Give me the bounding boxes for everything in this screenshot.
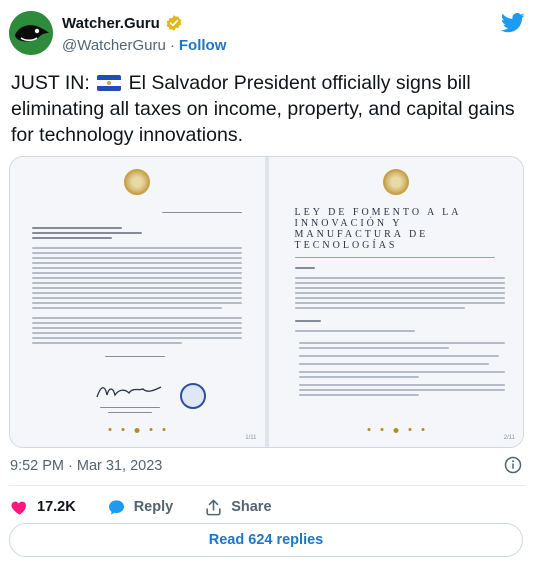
tweet-timestamp[interactable]: 9:52 PM · Mar 31, 2023 bbox=[10, 458, 162, 474]
doc-text-line bbox=[32, 237, 112, 239]
display-name[interactable]: Watcher.Guru bbox=[62, 15, 160, 32]
official-stamp-icon bbox=[180, 383, 206, 409]
doc-text-line bbox=[32, 287, 242, 289]
reply-label: Reply bbox=[133, 499, 174, 515]
doc-text-line bbox=[294, 282, 505, 284]
document-page-2[interactable]: LEY DE FOMENTO A LA INNOVACIÓN Y MANUFAC… bbox=[266, 157, 523, 447]
tweet-text-prefix: JUST IN: bbox=[11, 72, 90, 94]
follow-button[interactable]: Follow bbox=[179, 37, 227, 54]
chapter-line bbox=[294, 257, 495, 258]
doc-text-line bbox=[294, 307, 465, 309]
doc-text-line bbox=[32, 272, 242, 274]
share-button[interactable]: Share bbox=[204, 498, 272, 517]
government-seal-icon bbox=[382, 169, 409, 195]
doc-text-line bbox=[32, 307, 222, 309]
reply-button[interactable]: Reply bbox=[107, 498, 174, 517]
doc-text-line bbox=[32, 267, 242, 269]
doc-text-line bbox=[32, 277, 242, 279]
doc-text-line bbox=[32, 297, 242, 299]
doc-text-line bbox=[32, 322, 242, 324]
media-attachment[interactable]: 1/11 LEY DE FOMENTO A LA INNOVACIÓN Y MA… bbox=[9, 156, 524, 448]
doc-text-line bbox=[294, 277, 505, 279]
government-seal-icon bbox=[124, 169, 151, 195]
action-bar: 17.2K Reply Share bbox=[10, 496, 303, 518]
heart-icon bbox=[11, 501, 26, 515]
doc-text-line bbox=[32, 282, 242, 284]
date-line bbox=[162, 212, 242, 213]
signer-line bbox=[100, 407, 160, 408]
doc-text-line bbox=[32, 252, 242, 254]
signature-icon bbox=[96, 386, 162, 398]
doc-text-line bbox=[298, 355, 499, 357]
tweet-text: JUST IN: El Salvador President officiall… bbox=[11, 70, 531, 148]
share-upload-icon bbox=[206, 499, 221, 515]
doc-text-line bbox=[32, 342, 182, 344]
author-name-row: Watcher.Guru bbox=[62, 14, 183, 32]
doc-text-line bbox=[298, 394, 419, 396]
page-decoration bbox=[367, 428, 425, 433]
doc-text-line bbox=[294, 287, 505, 289]
twitter-bird-icon[interactable] bbox=[501, 13, 525, 33]
law-title: LEY DE FOMENTO A LA INNOVACIÓN Y MANUFAC… bbox=[294, 207, 461, 251]
verified-badge-icon bbox=[166, 15, 182, 31]
reply-bubble-icon bbox=[108, 499, 124, 515]
page-number: 2/11 bbox=[503, 435, 515, 441]
like-count: 17.2K bbox=[37, 499, 76, 515]
doc-text-line bbox=[32, 257, 242, 259]
page-decoration bbox=[108, 428, 166, 433]
read-replies-button[interactable]: Read 624 replies bbox=[9, 523, 523, 557]
section-heading-line bbox=[294, 267, 315, 269]
el-salvador-flag-icon bbox=[97, 75, 122, 91]
watcher-guru-logo-icon bbox=[9, 11, 53, 55]
info-icon[interactable] bbox=[504, 456, 522, 474]
doc-text-line bbox=[294, 292, 505, 294]
doc-text-line bbox=[298, 389, 505, 391]
divider bbox=[9, 485, 526, 486]
like-button[interactable]: 17.2K bbox=[10, 498, 76, 517]
separator-dot: · bbox=[169, 37, 175, 54]
doc-text-line bbox=[32, 327, 242, 329]
doc-text-line bbox=[298, 342, 505, 344]
doc-text-line bbox=[294, 297, 505, 299]
doc-text-line bbox=[32, 332, 242, 334]
doc-text-line bbox=[298, 384, 505, 386]
doc-text-line bbox=[32, 232, 142, 234]
page-number: 1/11 bbox=[245, 435, 257, 441]
doc-text-line bbox=[298, 363, 489, 365]
signer-title-line bbox=[108, 412, 152, 413]
doc-text-line bbox=[32, 262, 242, 264]
section-heading-line bbox=[294, 320, 321, 322]
doc-text-line bbox=[32, 317, 242, 319]
avatar[interactable] bbox=[9, 11, 53, 55]
doc-text-line bbox=[298, 371, 505, 373]
doc-text-line bbox=[294, 302, 505, 304]
handle-row: @WatcherGuru · Follow bbox=[62, 37, 226, 54]
doc-text-line bbox=[298, 347, 449, 349]
doc-text-line bbox=[32, 302, 242, 304]
doc-text-line bbox=[32, 247, 242, 249]
doc-text-line bbox=[32, 337, 242, 339]
share-label: Share bbox=[231, 499, 272, 515]
doc-text-line bbox=[32, 227, 122, 229]
closing-line bbox=[105, 356, 165, 357]
handle[interactable]: @WatcherGuru bbox=[62, 37, 166, 54]
doc-text-line bbox=[294, 330, 415, 332]
document-page-1[interactable]: 1/11 bbox=[10, 157, 267, 447]
tweet-card: Watcher.Guru @WatcherGuru · Follow JUST … bbox=[0, 0, 539, 564]
doc-text-line bbox=[32, 292, 242, 294]
doc-text-line bbox=[298, 376, 419, 378]
